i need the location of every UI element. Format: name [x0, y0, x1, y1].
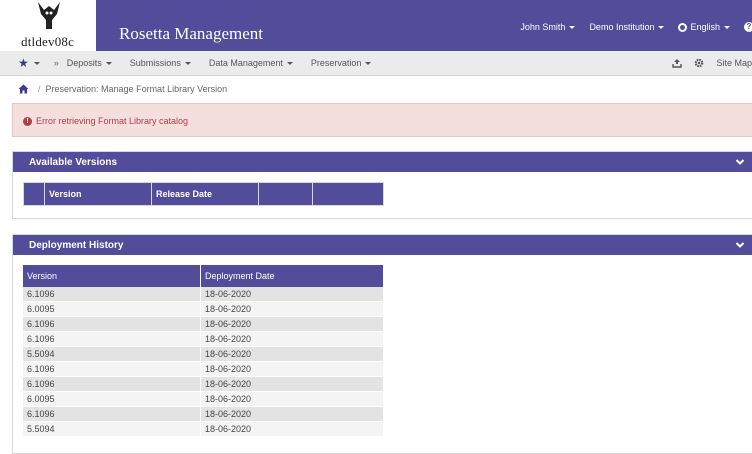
chevron-down-icon[interactable]: [735, 157, 745, 167]
table-row: 6.0095 18-06-2020: [23, 301, 384, 317]
error-alert: ! Error retrieving Format Library catalo…: [12, 103, 752, 137]
error-message: Error retrieving Format Library catalog: [36, 116, 189, 126]
date-cell: 18-06-2020: [200, 421, 384, 437]
user-menu-bar: John Smith Demo Institution English ?: [506, 20, 752, 34]
deployment-date-column-header[interactable]: Deployment Date: [200, 265, 384, 287]
language-label: English: [690, 22, 720, 32]
version-cell: 6.1096: [23, 406, 201, 422]
version-cell: 6.1096: [23, 287, 201, 302]
home-icon[interactable]: [18, 84, 29, 94]
table-row: 6.1096 18-06-2020: [23, 316, 384, 332]
version-cell: 6.1096: [23, 361, 201, 377]
globe-icon: [678, 22, 688, 32]
date-cell: 18-06-2020: [200, 391, 384, 407]
table-row: 6.1096 18-06-2020: [23, 361, 384, 377]
available-versions-table: Version Release Date: [23, 182, 384, 206]
nav-submissions-label: Submissions: [129, 58, 181, 68]
version-cell: 6.1096: [23, 316, 201, 332]
version-cell: 6.0095: [23, 391, 201, 407]
action-column-header: [312, 182, 384, 206]
date-cell: 18-06-2020: [200, 331, 384, 347]
nav-deposits[interactable]: Deposits: [67, 58, 112, 68]
action-column-header: [258, 182, 313, 206]
version-column-header[interactable]: Version: [23, 265, 201, 287]
table-row: 6.1096 18-06-2020: [23, 376, 384, 392]
table-header-row: Version Deployment Date: [23, 265, 384, 287]
breadcrumb-current: Preservation: Manage Format Library Vers…: [45, 84, 228, 94]
breadcrumb: / Preservation: Manage Format Library Ve…: [18, 81, 227, 97]
table-row: 6.1096 18-06-2020: [23, 287, 384, 302]
available-versions-header[interactable]: Available Versions: [13, 152, 752, 172]
date-cell: 18-06-2020: [200, 316, 384, 332]
nav-submissions[interactable]: Submissions: [130, 58, 191, 68]
version-cell: 6.0095: [23, 301, 201, 317]
nav-bar: ★ » Deposits Submissions Data Management…: [0, 51, 752, 76]
table-row: 6.1096 18-06-2020: [23, 331, 384, 347]
deployment-history-header[interactable]: Deployment History: [13, 235, 752, 255]
date-cell: 18-06-2020: [200, 287, 384, 302]
deployment-history-table: Version Deployment Date 6.1096 18-06-2020…: [23, 265, 384, 437]
version-cell: 5.5094: [23, 346, 201, 362]
site-map-link[interactable]: Site Map: [716, 58, 752, 68]
caret-icon: [286, 61, 293, 65]
nav-separator: »: [53, 58, 59, 68]
caret-icon: [658, 25, 665, 29]
date-cell: 18-06-2020: [200, 406, 384, 422]
version-column-header[interactable]: Version: [44, 182, 152, 206]
user-menu[interactable]: John Smith: [520, 22, 576, 32]
deployment-history-panel: Deployment History Version Deployment Da…: [12, 234, 752, 454]
institution-name: Demo Institution: [589, 22, 655, 32]
version-cell: 6.1096: [23, 376, 201, 392]
logo-icon: [38, 2, 60, 29]
upload-icon[interactable]: [672, 58, 683, 68]
breadcrumb-separator: /: [38, 84, 41, 94]
caret-icon: [105, 61, 112, 65]
app-title: Rosetta Management: [119, 24, 263, 43]
date-cell: 18-06-2020: [200, 376, 384, 392]
available-versions-title: Available Versions: [29, 156, 118, 168]
caret-icon: [569, 25, 576, 29]
table-header-row: Version Release Date: [23, 182, 384, 206]
nav-deposits-label: Deposits: [66, 58, 102, 68]
table-row: 5.5094 18-06-2020: [23, 421, 384, 437]
available-versions-panel: Available Versions Version Release Date: [12, 151, 752, 219]
caret-icon: [724, 25, 730, 29]
table-row: 6.1096 18-06-2020: [23, 406, 384, 422]
caret-icon: [365, 61, 372, 65]
select-column-header: [23, 182, 45, 206]
nav-preservation-label: Preservation: [310, 58, 362, 68]
nav-preservation[interactable]: Preservation: [311, 58, 372, 68]
version-cell: 5.5094: [23, 421, 201, 437]
release-date-column-header[interactable]: Release Date: [151, 182, 259, 206]
date-cell: 18-06-2020: [200, 301, 384, 317]
gear-icon[interactable]: [694, 58, 704, 68]
help-icon: ?: [744, 22, 752, 32]
user-name: John Smith: [520, 22, 566, 32]
favorites-caret-icon[interactable]: [33, 61, 40, 65]
language-menu[interactable]: English: [678, 22, 730, 32]
help-button[interactable]: ?: [744, 22, 752, 32]
nav-data-management-label: Data Management: [208, 58, 283, 68]
date-cell: 18-06-2020: [200, 361, 384, 377]
version-cell: 6.1096: [23, 331, 201, 347]
logo[interactable]: dtldev08c: [0, 0, 96, 51]
chevron-down-icon[interactable]: [735, 240, 745, 250]
top-bar: dtldev08c Rosetta Management John Smith …: [0, 0, 752, 51]
caret-icon: [184, 61, 191, 65]
star-icon[interactable]: ★: [18, 57, 29, 69]
logo-text: dtldev08c: [21, 34, 75, 49]
nav-data-management[interactable]: Data Management: [209, 58, 293, 68]
institution-menu[interactable]: Demo Institution: [589, 22, 665, 32]
table-row: 5.5094 18-06-2020: [23, 346, 384, 362]
error-icon: !: [23, 116, 32, 126]
table-row: 6.0095 18-06-2020: [23, 391, 384, 407]
date-cell: 18-06-2020: [200, 346, 384, 362]
deployment-history-title: Deployment History: [29, 239, 124, 251]
